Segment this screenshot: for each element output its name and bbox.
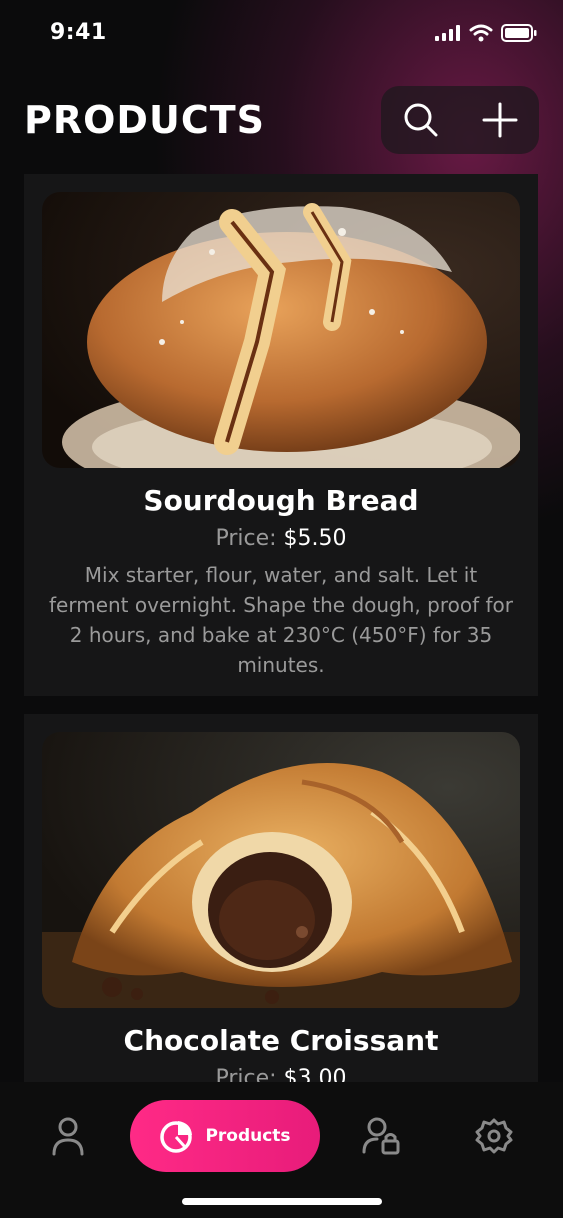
tab-profile[interactable] bbox=[38, 1100, 98, 1172]
product-image-sourdough bbox=[42, 192, 520, 468]
search-icon bbox=[404, 103, 437, 137]
product-name: Chocolate Croissant bbox=[123, 1024, 439, 1057]
plus-icon bbox=[482, 102, 517, 138]
signal-icon bbox=[435, 25, 460, 41]
header-actions bbox=[381, 86, 539, 154]
price-value: $3.00 bbox=[283, 1066, 347, 1082]
product-name: Sourdough Bread bbox=[143, 484, 419, 517]
profile-icon bbox=[52, 1117, 84, 1156]
products-screen: 9:41 PRODUCTS Sourdough Bread Price: $5.… bbox=[0, 0, 563, 1218]
product-price: Price: $5.50 bbox=[24, 526, 538, 551]
tab-products[interactable]: Products bbox=[130, 1100, 320, 1172]
status-bar: 9:41 bbox=[0, 0, 563, 70]
wifi-icon bbox=[469, 24, 493, 42]
tab-products-label: Products bbox=[205, 1126, 291, 1146]
product-price: Price: $3.00 bbox=[24, 1066, 538, 1082]
price-value: $5.50 bbox=[283, 526, 347, 551]
header: PRODUCTS bbox=[0, 84, 563, 160]
products-icon bbox=[160, 1121, 193, 1153]
add-product-button[interactable] bbox=[460, 86, 539, 154]
product-description: Mix starter, flour, water, and salt. Let… bbox=[49, 563, 513, 677]
product-image-croissant bbox=[42, 732, 520, 1008]
tab-settings[interactable] bbox=[464, 1100, 524, 1172]
product-card[interactable]: Sourdough Bread Price: $5.50 Mix starter… bbox=[24, 174, 538, 696]
battery-icon bbox=[501, 24, 537, 42]
home-indicator bbox=[182, 1198, 382, 1205]
settings-icon bbox=[475, 1118, 513, 1154]
product-card[interactable]: Chocolate Croissant Price: $3.00 bbox=[24, 714, 538, 1082]
status-icons bbox=[435, 24, 537, 42]
user-lock-icon bbox=[362, 1117, 400, 1155]
status-time: 9:41 bbox=[50, 20, 107, 45]
search-button[interactable] bbox=[381, 86, 460, 154]
product-list[interactable]: Sourdough Bread Price: $5.50 Mix starter… bbox=[24, 174, 538, 1082]
price-label: Price: bbox=[215, 1066, 277, 1082]
price-label: Price: bbox=[215, 526, 277, 551]
tab-account-security[interactable] bbox=[352, 1100, 412, 1172]
page-title: PRODUCTS bbox=[24, 98, 265, 142]
